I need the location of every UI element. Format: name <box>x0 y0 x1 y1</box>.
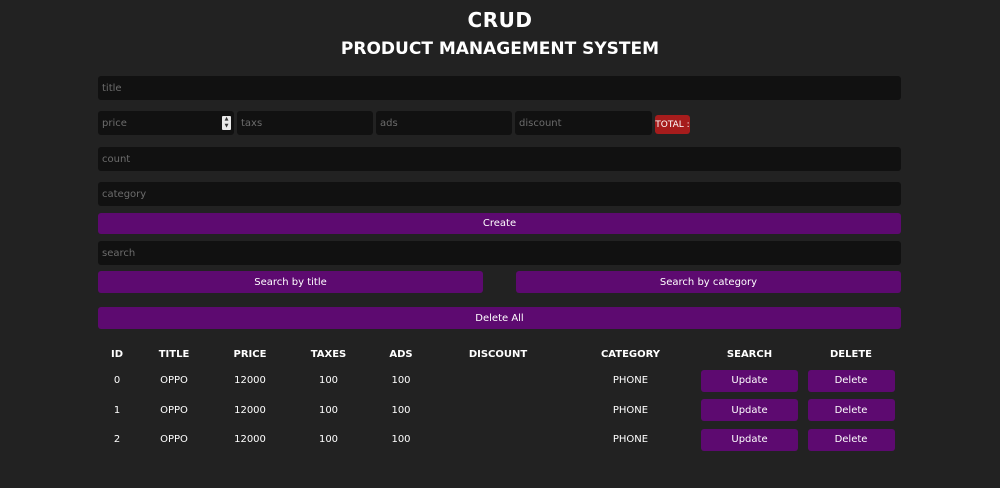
page-subtitle: PRODUCT MANAGEMENT SYSTEM <box>340 39 660 59</box>
total-badge: TOTAL : <box>655 115 690 134</box>
cell-taxes: 100 <box>318 434 339 446</box>
column-header: TAXES <box>310 348 347 360</box>
search-field[interactable] <box>98 241 901 265</box>
table-row: 1 OPPO 12000 100 100 PHONE Update Delete <box>98 396 901 426</box>
cell-taxes: 100 <box>318 375 339 387</box>
count-input[interactable] <box>102 147 901 171</box>
cell-ads: 100 <box>391 404 411 416</box>
cell-discount <box>433 425 563 455</box>
count-field[interactable] <box>98 147 901 171</box>
column-header: DISCOUNT <box>468 348 528 360</box>
cell-ads: 100 <box>391 375 411 387</box>
title-field[interactable] <box>98 76 901 100</box>
search-by-category-button[interactable]: Search by category <box>516 271 901 293</box>
price-stepper[interactable]: ▲ ▼ <box>222 116 231 130</box>
update-button[interactable]: Update <box>701 428 798 451</box>
column-header: ID <box>110 348 124 360</box>
discount-input[interactable] <box>519 111 652 135</box>
price-input[interactable] <box>102 111 234 135</box>
column-header: DELETE <box>830 348 872 360</box>
cell-title: OPPO <box>160 434 188 446</box>
cell-category: PHONE <box>612 404 649 416</box>
products-table: ID TITLE PRICE TAXES ADS DISCOUNT CATEGO… <box>98 342 901 455</box>
discount-field[interactable] <box>515 111 652 135</box>
column-header: SEARCH <box>726 348 773 360</box>
delete-button[interactable]: Delete <box>807 399 895 422</box>
ads-field[interactable] <box>376 111 512 135</box>
update-button[interactable]: Update <box>701 369 798 392</box>
ads-input[interactable] <box>380 111 512 135</box>
cell-category: PHONE <box>612 434 649 446</box>
cell-discount <box>433 396 563 426</box>
delete-button[interactable]: Delete <box>807 428 895 451</box>
page-title: CRUD <box>467 8 533 32</box>
column-header: TITLE <box>158 348 190 360</box>
cell-ads: 100 <box>391 434 411 446</box>
table-header-row: ID TITLE PRICE TAXES ADS DISCOUNT CATEGO… <box>98 342 901 366</box>
title-input[interactable] <box>102 76 901 100</box>
taxes-field[interactable] <box>237 111 373 135</box>
cell-title: OPPO <box>160 404 188 416</box>
delete-button[interactable]: Delete <box>807 369 895 392</box>
stepper-down-icon[interactable]: ▼ <box>225 124 229 129</box>
cell-id: 0 <box>113 375 121 387</box>
search-input[interactable] <box>102 241 901 265</box>
update-button[interactable]: Update <box>701 399 798 422</box>
delete-all-button[interactable]: Delete All <box>98 307 901 329</box>
stepper-up-icon[interactable]: ▲ <box>225 117 229 122</box>
cell-taxes: 100 <box>318 404 339 416</box>
search-by-title-button[interactable]: Search by title <box>98 271 483 293</box>
cell-price: 12000 <box>234 375 266 387</box>
column-header: PRICE <box>233 348 267 360</box>
cell-id: 2 <box>113 434 121 446</box>
category-field[interactable] <box>98 182 901 206</box>
cell-discount <box>433 366 563 396</box>
create-button[interactable]: Create <box>98 213 901 234</box>
taxes-input[interactable] <box>241 111 373 135</box>
category-input[interactable] <box>102 182 901 206</box>
cell-price: 12000 <box>234 404 266 416</box>
cell-id: 1 <box>113 404 121 416</box>
table-row: 2 OPPO 12000 100 100 PHONE Update Delete <box>98 425 901 455</box>
price-field[interactable]: ▲ ▼ <box>98 111 234 135</box>
column-header: ADS <box>389 348 413 360</box>
cell-category: PHONE <box>612 375 649 387</box>
cell-title: OPPO <box>160 375 188 387</box>
cell-price: 12000 <box>234 434 266 446</box>
column-header: CATEGORY <box>600 348 661 360</box>
table-row: 0 OPPO 12000 100 100 PHONE Update Delete <box>98 366 901 396</box>
